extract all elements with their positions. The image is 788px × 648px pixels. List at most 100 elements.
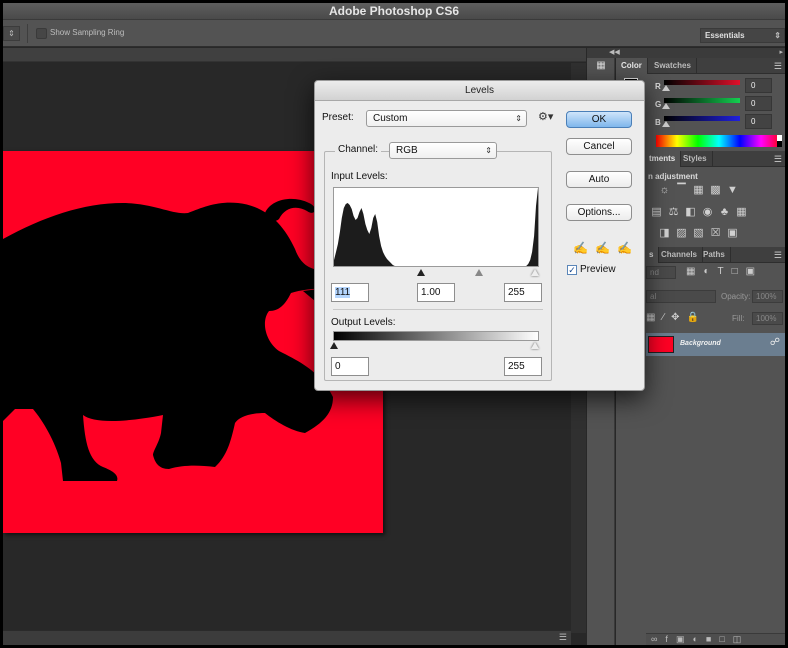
- channel-value-field[interactable]: 0: [745, 78, 772, 93]
- fx-icon[interactable]: f: [665, 634, 676, 644]
- threshold-icon[interactable]: ▧: [690, 226, 707, 239]
- panel-menu-icon[interactable]: ☰: [774, 58, 782, 74]
- gradient-map-icon[interactable]: ▣: [724, 226, 741, 239]
- histogram: [333, 187, 539, 267]
- preset-value: Custom: [373, 113, 408, 124]
- white-point-handle[interactable]: [531, 269, 539, 276]
- tab-channels[interactable]: Channels: [656, 247, 704, 263]
- input-gamma-field[interactable]: 1.00: [417, 283, 455, 302]
- black-point-handle[interactable]: [417, 269, 425, 276]
- channel-value-field[interactable]: 0: [745, 114, 772, 129]
- black-white-swatch[interactable]: [777, 135, 782, 147]
- preview-label: Preview: [580, 264, 616, 275]
- show-sampling-ring-checkbox[interactable]: [36, 28, 47, 39]
- slider-handle[interactable]: [662, 121, 670, 127]
- gradient-triangle-icon[interactable]: ▼: [724, 184, 741, 196]
- slider-handle[interactable]: [662, 103, 670, 109]
- updown-icon: ⇕: [515, 114, 522, 123]
- output-slider[interactable]: [330, 342, 539, 350]
- new-layer-icon[interactable]: □: [719, 634, 732, 644]
- panel-collapse-bar[interactable]: ◀◀ ▸: [587, 48, 785, 58]
- preset-dropdown[interactable]: Custom ⇕: [366, 110, 527, 127]
- dialog-title: Levels: [315, 81, 644, 101]
- brightness-contrast-icon[interactable]: ☼: [656, 184, 673, 196]
- tab-styles[interactable]: Styles: [678, 151, 713, 167]
- new-group-icon[interactable]: ■: [706, 634, 719, 644]
- input-white-field[interactable]: 255: [504, 283, 542, 302]
- slider-track[interactable]: [664, 116, 740, 121]
- panel-menu-icon[interactable]: ☰: [559, 632, 567, 643]
- curves-icon[interactable]: ▦: [690, 183, 707, 196]
- filter-icons[interactable]: ▦◐T□▣: [686, 266, 763, 277]
- new-adjustment-icon[interactable]: ◐: [692, 634, 705, 644]
- slider-track[interactable]: [664, 80, 740, 85]
- layer-row-background[interactable]: Background ☍: [646, 333, 785, 356]
- input-black-field[interactable]: 111: [331, 283, 369, 302]
- levels-icon[interactable]: ▔: [673, 183, 690, 196]
- output-black-field[interactable]: 0: [331, 357, 369, 376]
- document-tab-bar: [3, 48, 586, 62]
- updown-icon: ⇕: [774, 31, 781, 40]
- options-button[interactable]: Options...: [566, 204, 632, 221]
- auto-button[interactable]: Auto: [566, 171, 632, 188]
- color-balance-icon[interactable]: ⚖: [665, 205, 682, 218]
- trash-icon[interactable]: ◫: [733, 634, 750, 644]
- invert-icon[interactable]: ◨: [656, 226, 673, 239]
- exposure-icon[interactable]: ▩: [707, 183, 724, 196]
- selective-color-icon[interactable]: ☒: [707, 226, 724, 239]
- black-white-icon[interactable]: ◧: [682, 205, 699, 218]
- show-sampling-ring-label: Show Sampling Ring: [50, 28, 125, 37]
- panel-menu-icon[interactable]: ☰: [774, 151, 782, 167]
- cancel-button[interactable]: Cancel: [566, 138, 632, 155]
- vibrance-icon[interactable]: ▤: [648, 205, 665, 218]
- layer-name: Background: [680, 340, 721, 347]
- slider-handle[interactable]: [662, 85, 670, 91]
- adjustments-title: n adjustment: [648, 172, 698, 181]
- channel-mixer-icon[interactable]: ♣: [716, 206, 733, 218]
- output-black-handle[interactable]: [330, 342, 338, 349]
- filter-type-dropdown[interactable]: nd: [646, 266, 676, 279]
- black-eyedropper-icon[interactable]: ✍: [573, 241, 588, 255]
- fill-field[interactable]: 100%: [752, 312, 783, 325]
- link-layers-icon[interactable]: ∞: [651, 634, 665, 644]
- tab-paths[interactable]: Paths: [698, 247, 731, 263]
- tab-adjustments[interactable]: tments: [644, 151, 682, 167]
- channel-value-field[interactable]: 0: [745, 96, 772, 111]
- tab-swatches[interactable]: Swatches: [649, 58, 697, 74]
- opacity-field[interactable]: 100%: [752, 290, 783, 303]
- color-spectrum-ramp[interactable]: [656, 135, 782, 147]
- section-divider: [333, 309, 543, 310]
- gamma-handle[interactable]: [475, 269, 483, 276]
- output-white-handle[interactable]: [531, 342, 539, 349]
- preview-checkbox[interactable]: ✓ Preview: [567, 264, 616, 275]
- photo-filter-icon[interactable]: ◉: [699, 205, 716, 218]
- slider-track[interactable]: [664, 98, 740, 103]
- panel-menu-icon[interactable]: ☰: [774, 247, 782, 263]
- tab-color[interactable]: Color: [616, 58, 648, 74]
- opacity-label: Opacity:: [721, 292, 751, 301]
- gray-eyedropper-icon[interactable]: ✍: [595, 241, 610, 255]
- blend-mode-dropdown[interactable]: al: [646, 290, 716, 303]
- color-lookup-icon[interactable]: ▦: [733, 205, 750, 218]
- levels-dialog: Levels Preset: Custom ⇕ ⚙▾ OK Cancel Auto…: [314, 80, 645, 391]
- horizontal-scrollbar[interactable]: ☰: [3, 630, 571, 645]
- expand-left-icon[interactable]: ◀◀: [609, 48, 620, 56]
- posterize-icon[interactable]: ▨: [673, 226, 690, 239]
- ok-button[interactable]: OK: [566, 111, 632, 128]
- channel-dropdown[interactable]: RGB ⇕: [389, 142, 497, 159]
- updown-icon: ⇕: [485, 146, 492, 155]
- preset-options-gear-icon[interactable]: ⚙▾: [538, 110, 553, 123]
- output-white-field[interactable]: 255: [504, 357, 542, 376]
- add-mask-icon[interactable]: ▣: [676, 634, 693, 644]
- lock-icons[interactable]: ▦∕✥🔒: [646, 312, 706, 323]
- workspace-switcher[interactable]: Essentials ⇕: [700, 28, 785, 43]
- options-bar: ⇕ Show Sampling Ring Essentials ⇕: [3, 20, 785, 47]
- channel-label: R: [655, 82, 661, 91]
- channel-label: Channel:: [335, 144, 382, 155]
- collapse-right-icon[interactable]: ▸: [779, 48, 783, 56]
- input-levels-label: Input Levels:: [331, 171, 388, 182]
- checkmark-icon[interactable]: ✓: [567, 265, 577, 275]
- sample-size-stepper[interactable]: ⇕: [3, 26, 20, 41]
- white-eyedropper-icon[interactable]: ✍: [617, 241, 632, 255]
- input-slider[interactable]: [333, 269, 539, 277]
